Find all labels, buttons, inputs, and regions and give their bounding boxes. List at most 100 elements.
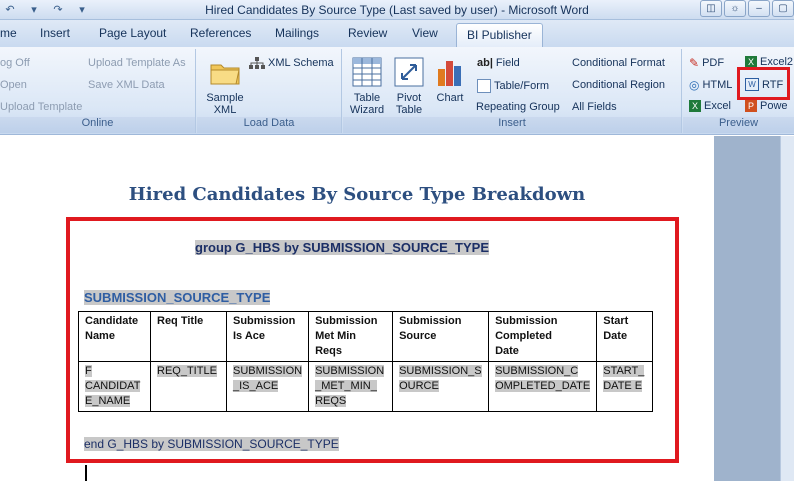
- table-icon: [352, 57, 382, 87]
- upload-template-as-button[interactable]: Upload Template As: [88, 57, 186, 69]
- cell-start-date[interactable]: START_ DATE E: [596, 361, 654, 412]
- group-label-preview: Preview: [683, 117, 794, 133]
- text-cursor: [85, 465, 87, 481]
- end-group-field-text: end G_HBS by SUBMISSION_SOURCE_TYPE: [84, 437, 339, 451]
- tab-review[interactable]: Review: [348, 26, 387, 40]
- conditional-region-button[interactable]: Conditional Region: [572, 79, 665, 91]
- field-req-title: REQ_TITLE: [157, 365, 217, 377]
- cell-submission-completed-date[interactable]: SUBMISSION_C OMPLETED_DATE: [488, 361, 598, 412]
- table-form-label: Table/Form: [494, 80, 550, 92]
- submission-source-type-field[interactable]: SUBMISSION_SOURCE_TYPE: [84, 290, 271, 305]
- chart-button[interactable]: Chart: [433, 57, 467, 104]
- field-candidate-name: F CANDIDAT E_NAME: [85, 365, 141, 407]
- group-label-insert: Insert: [343, 117, 681, 133]
- schema-icon: [249, 57, 265, 69]
- preview-excel-button[interactable]: X Excel: [689, 100, 731, 112]
- submission-source-type-text: SUBMISSION_SOURCE_TYPE: [84, 290, 271, 305]
- header-candidate-name: Candidate Name: [78, 311, 151, 362]
- tab-references[interactable]: References: [190, 26, 251, 40]
- table-row: F CANDIDAT E_NAME REQ_TITLE SUBMISSION _…: [78, 361, 654, 412]
- excel-label: Excel: [704, 100, 731, 112]
- cell-req-title[interactable]: REQ_TITLE: [150, 361, 227, 412]
- preview-pdf-button[interactable]: ✎ PDF: [689, 56, 724, 70]
- document-title: Hired Candidates By Source Type Breakdow…: [128, 184, 586, 205]
- cell-candidate-name[interactable]: F CANDIDAT E_NAME: [78, 361, 151, 412]
- group-by-field[interactable]: group G_HBS by SUBMISSION_SOURCE_TYPE: [195, 240, 489, 255]
- tab-page-layout[interactable]: Page Layout: [99, 26, 166, 40]
- preview-powerpoint-button[interactable]: P Powe: [745, 100, 788, 112]
- pivot-table-label: Pivot Table: [395, 92, 423, 116]
- table-wizard-label: Table Wizard: [349, 92, 385, 116]
- field-submission-completed-date: SUBMISSION_C OMPLETED_DATE: [495, 365, 591, 392]
- cell-submission-met-min-reqs[interactable]: SUBMISSION _MET_MIN_ REQS: [308, 361, 394, 412]
- folder-icon: [210, 64, 240, 85]
- table-form-button[interactable]: Table/Form: [477, 79, 549, 93]
- group-online: og Off Open Upload Template Upload Templ…: [0, 49, 196, 133]
- sample-xml-label: Sample XML: [206, 92, 244, 116]
- header-submission-met-min-reqs: Submission Met Min Reqs: [308, 311, 394, 362]
- upload-template-button[interactable]: Upload Template: [0, 101, 82, 113]
- tab-view[interactable]: View: [412, 26, 438, 40]
- group-insert: Table Wizard Pivot Table Chart ab| Field…: [343, 49, 682, 133]
- window-controls: ◫ ☼ – ▢: [700, 0, 794, 17]
- header-submission-is-ace: Submission Is Ace: [225, 311, 310, 362]
- group-label-load-data: Load Data: [197, 117, 341, 133]
- title-bar: ↶ ▾ ↷ ▾ Hired Candidates By Source Type …: [0, 0, 794, 20]
- header-req-title: Req Title: [150, 311, 227, 362]
- sample-xml-button[interactable]: Sample XML: [205, 57, 245, 116]
- chart-label: Chart: [436, 92, 464, 104]
- xml-schema-button[interactable]: XML Schema: [249, 57, 334, 69]
- tab-bi-publisher[interactable]: BI Publisher: [456, 23, 543, 47]
- powerpoint-icon: P: [745, 100, 757, 112]
- template-table: Candidate Name Req Title Submission Is A…: [78, 311, 654, 412]
- field-submission-met-min-reqs: SUBMISSION _MET_MIN_ REQS: [315, 365, 385, 407]
- repeating-group-button[interactable]: Repeating Group: [476, 101, 560, 113]
- table-header-row: Candidate Name Req Title Submission Is A…: [78, 311, 654, 362]
- end-group-field[interactable]: end G_HBS by SUBMISSION_SOURCE_TYPE: [84, 437, 339, 451]
- group-load-data: Sample XML XML Schema Load Data: [197, 49, 342, 133]
- ribbon-tabs: me Insert Page Layout References Mailing…: [0, 20, 794, 47]
- minimize-icon[interactable]: –: [748, 0, 770, 17]
- header-submission-source: Submission Source: [392, 311, 490, 362]
- header-submission-completed-date: Submission Completed Date: [488, 311, 598, 362]
- conditional-format-button[interactable]: Conditional Format: [572, 57, 665, 69]
- field-icon: ab|: [477, 57, 493, 69]
- pdf-icon: ✎: [689, 56, 700, 70]
- html-label: HTML: [702, 79, 733, 91]
- log-off-button[interactable]: og Off: [0, 57, 30, 69]
- vertical-scrollbar[interactable]: [780, 136, 794, 481]
- group-label-online: Online: [0, 117, 195, 133]
- field-submission-source: SUBMISSION_S OURCE: [399, 365, 482, 392]
- field-submission-is-ace: SUBMISSION _IS_ACE: [233, 365, 303, 392]
- rtf-highlight-box: [737, 67, 790, 100]
- cell-submission-source[interactable]: SUBMISSION_S OURCE: [392, 361, 490, 412]
- open-button[interactable]: Open: [0, 79, 27, 91]
- toolbar-icon-a[interactable]: ◫: [700, 0, 722, 17]
- pivot-table-button[interactable]: Pivot Table: [391, 57, 427, 116]
- table-form-icon: [477, 79, 491, 93]
- ribbon: og Off Open Upload Template Upload Templ…: [0, 47, 794, 135]
- cell-submission-is-ace[interactable]: SUBMISSION _IS_ACE: [225, 361, 310, 412]
- pdf-label: PDF: [702, 57, 725, 69]
- pivot-table-icon: [394, 57, 424, 87]
- all-fields-button[interactable]: All Fields: [572, 101, 617, 113]
- xml-schema-label: XML Schema: [268, 57, 334, 69]
- power-label: Powe: [760, 100, 788, 112]
- preview-html-button[interactable]: ◎ HTML: [689, 78, 732, 92]
- field-start-date: START_ DATE E: [603, 365, 645, 392]
- chart-icon: [438, 61, 461, 86]
- table-wizard-button[interactable]: Table Wizard: [347, 57, 387, 116]
- html-icon: ◎: [689, 78, 700, 92]
- maximize-icon[interactable]: ▢: [772, 0, 794, 17]
- tab-mailings[interactable]: Mailings: [275, 26, 319, 40]
- tab-home[interactable]: me: [0, 26, 17, 40]
- window-title: Hired Candidates By Source Type (Last sa…: [205, 3, 589, 17]
- save-xml-data-button[interactable]: Save XML Data: [88, 79, 165, 91]
- group-by-field-text: group G_HBS by SUBMISSION_SOURCE_TYPE: [195, 240, 489, 255]
- tab-insert[interactable]: Insert: [40, 26, 70, 40]
- field-label: Field: [495, 57, 520, 69]
- toolbar-icon-b[interactable]: ☼: [724, 0, 746, 17]
- header-start-date: Start Date: [596, 311, 654, 362]
- field-button[interactable]: ab| Field: [477, 57, 520, 69]
- excel-icon: X: [689, 100, 701, 112]
